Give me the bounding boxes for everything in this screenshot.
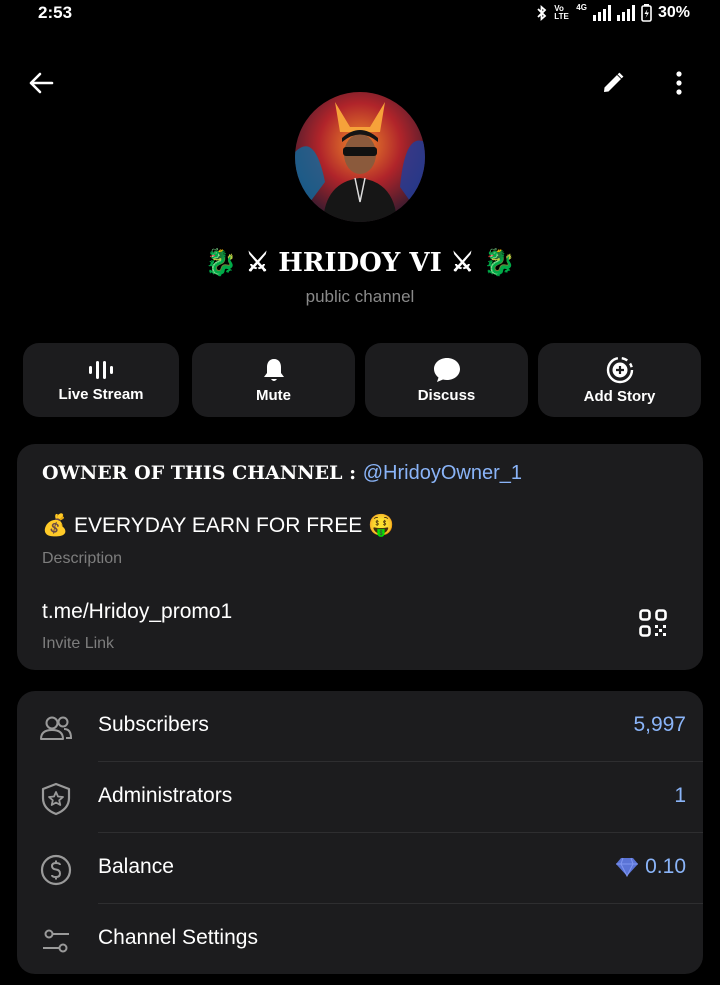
edit-button[interactable]: [589, 59, 637, 107]
discuss-label: Discuss: [417, 386, 476, 404]
network-label: 4G: [576, 3, 587, 12]
mute-label: Mute: [256, 386, 291, 404]
pencil-icon: [604, 72, 624, 92]
description-caption: Description: [42, 550, 123, 567]
shield-star-icon: [41, 782, 71, 816]
administrators-label: Administrators: [98, 784, 233, 807]
channel-name: 🐉 ⚔ HRIDOY VI ⚔ 🐉: [204, 248, 516, 278]
channel-avatar[interactable]: [295, 92, 425, 222]
battery-percent: 30%: [657, 4, 690, 21]
avatar-image: [295, 92, 425, 222]
status-icons: Vo LTE 4G 30%: [536, 3, 690, 23]
add-story-button[interactable]: Add Story: [538, 343, 701, 417]
bluetooth-icon: [537, 5, 547, 21]
more-options-button[interactable]: [655, 59, 703, 107]
discuss-button[interactable]: Discuss: [365, 343, 528, 417]
status-time: 2:53: [38, 3, 73, 22]
channel-settings-label: Channel Settings: [98, 926, 258, 949]
invite-link-caption: Invite Link: [42, 635, 115, 652]
live-stream-button[interactable]: Live Stream: [23, 343, 179, 417]
signal-icon-2: [616, 5, 635, 21]
add-story-icon: [606, 356, 633, 383]
channel-stats-card: Subscribers 5,997 Administrators 1 Balan…: [17, 691, 703, 974]
balance-label: Balance: [98, 855, 174, 878]
back-button[interactable]: [17, 59, 65, 107]
volte-label: Vo LTE: [554, 4, 569, 21]
channel-settings-row[interactable]: Channel Settings: [17, 904, 703, 975]
live-stream-icon: [89, 360, 113, 379]
chat-bubble-icon: [433, 357, 460, 382]
bell-icon: [263, 358, 284, 381]
arrow-left-icon: [29, 72, 54, 94]
dollar-circle-icon: [40, 854, 72, 886]
balance-value-group: 0.10: [615, 855, 686, 879]
channel-type-label: public channel: [305, 287, 415, 306]
subscribers-row[interactable]: Subscribers 5,997: [17, 691, 703, 762]
subscribers-count: 5,997: [633, 713, 686, 736]
more-vertical-icon: [676, 71, 682, 95]
diamond-icon: [616, 857, 639, 877]
balance-amount: 0.10: [645, 855, 686, 878]
owner-line: OWNER OF THIS CHANNEL : @HridoyOwner_1: [42, 462, 522, 485]
qr-code-button[interactable]: [639, 609, 673, 643]
live-stream-label: Live Stream: [58, 385, 144, 403]
owner-label: OWNER OF THIS CHANNEL :: [42, 462, 363, 484]
owner-handle-link[interactable]: @HridoyOwner_1: [363, 462, 522, 484]
sliders-icon: [43, 929, 69, 953]
description-text: 💰 EVERYDAY EARN FOR FREE 🤑: [42, 514, 395, 537]
subscribers-label: Subscribers: [98, 713, 209, 736]
mute-button[interactable]: Mute: [192, 343, 355, 417]
channel-info-card: OWNER OF THIS CHANNEL : @HridoyOwner_1 💰…: [17, 444, 703, 670]
administrators-count: 1: [674, 784, 686, 807]
invite-link[interactable]: t.me/Hridoy_promo1: [42, 600, 232, 624]
status-bar: 2:53 Vo LTE 4G 30%: [0, 0, 720, 28]
battery-icon: [641, 4, 652, 22]
add-story-label: Add Story: [583, 387, 656, 405]
administrators-row[interactable]: Administrators 1: [17, 762, 703, 833]
balance-row[interactable]: Balance 0.10: [17, 833, 703, 904]
signal-icon: [592, 5, 611, 21]
people-icon: [40, 716, 73, 740]
qr-code-icon: [639, 609, 667, 637]
